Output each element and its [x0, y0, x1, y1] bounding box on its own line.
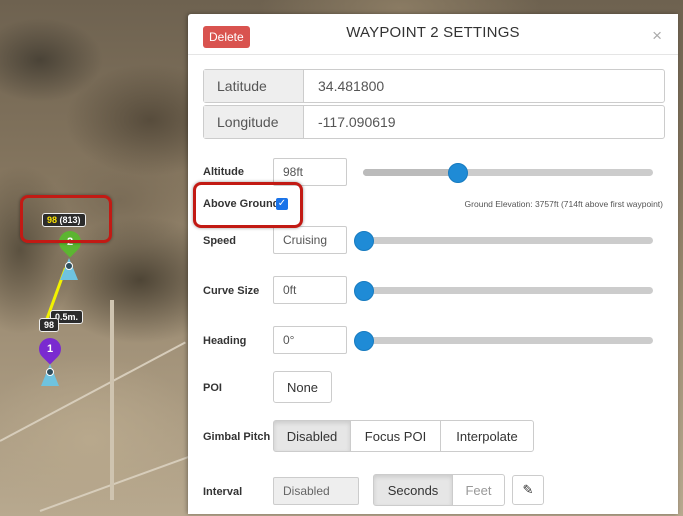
poi-none-button[interactable]: None [273, 371, 332, 403]
altitude-slider-handle[interactable] [448, 163, 468, 183]
interval-label: Interval [203, 486, 243, 498]
waypoint-1-altitude-label: 98 [39, 318, 60, 332]
longitude-label: Longitude [204, 106, 304, 138]
poi-label: POI [203, 382, 222, 394]
speed-slider[interactable] [354, 231, 653, 251]
interval-feet-button[interactable]: Feet [452, 474, 505, 506]
interval-seconds-button[interactable]: Seconds [373, 474, 453, 506]
gimbal-interpolate-button[interactable]: Interpolate [440, 420, 534, 452]
gimbal-disabled-button[interactable]: Disabled [273, 420, 351, 452]
gimbal-pitch-label: Gimbal Pitch [203, 431, 271, 443]
latitude-input[interactable]: 34.481800 [304, 70, 664, 102]
longitude-input[interactable]: -117.090619 [304, 106, 664, 138]
panel-title: WAYPOINT 2 SETTINGS [346, 24, 520, 41]
curve-size-label: Curve Size [203, 285, 260, 297]
longitude-field: Longitude -117.090619 [203, 105, 665, 139]
panel-header: Delete WAYPOINT 2 SETTINGS × [188, 14, 678, 55]
waypoint-2-dot-icon [65, 262, 73, 270]
pencil-icon: ✎ [522, 482, 534, 497]
altitude-slider-fill [363, 169, 459, 176]
close-icon[interactable]: × [652, 26, 662, 46]
heading-slider-handle[interactable] [354, 331, 374, 351]
gimbal-focus-poi-button[interactable]: Focus POI [350, 420, 441, 452]
above-ground-highlight [193, 182, 303, 228]
latitude-label: Latitude [204, 70, 304, 102]
heading-label: Heading [203, 335, 247, 347]
edit-interval-button[interactable]: ✎ [512, 475, 544, 505]
interval-input[interactable]: Disabled [273, 477, 359, 505]
map-road [0, 341, 186, 442]
waypoint-1-altitude: 98 [44, 320, 55, 330]
speed-input[interactable]: Cruising [273, 226, 347, 254]
curve-size-slider[interactable] [354, 281, 653, 301]
speed-label: Speed [203, 235, 237, 247]
map-road [39, 455, 191, 512]
speed-slider-handle[interactable] [354, 231, 374, 251]
latitude-field: Latitude 34.481800 [203, 69, 665, 103]
ground-elevation-note: Ground Elevation: 3757ft (714ft above fi… [464, 199, 663, 209]
waypoint-1-dot-icon [46, 368, 54, 376]
curve-size-slider-handle[interactable] [354, 281, 374, 301]
waypoint-label-highlight [20, 195, 112, 243]
heading-slider[interactable] [354, 331, 653, 351]
map-road [110, 300, 114, 500]
waypoint-settings-panel: Delete WAYPOINT 2 SETTINGS × Latitude 34… [188, 14, 678, 514]
altitude-label: Altitude [203, 166, 244, 178]
waypoint-1-number: 1 [46, 343, 54, 355]
curve-size-input[interactable]: 0ft [273, 276, 347, 304]
heading-input[interactable]: 0° [273, 326, 347, 354]
altitude-slider[interactable] [363, 163, 653, 183]
